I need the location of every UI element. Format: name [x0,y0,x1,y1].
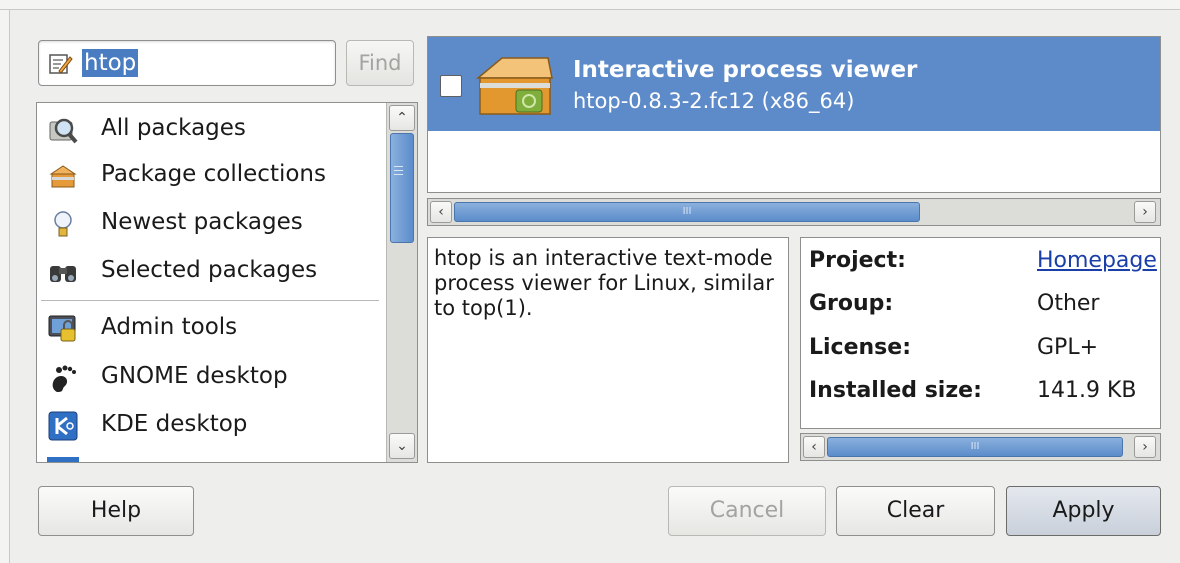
detail-value: GPL+ [1037,335,1099,360]
next-category-icon-partial [47,457,79,462]
package-description: htop is an interactive text-mode process… [427,237,789,463]
category-label: Selected packages [101,257,318,283]
detail-key: Project: [809,248,906,273]
apply-button-label: Apply [1052,498,1115,523]
category-label: Newest packages [101,209,303,235]
category-label: GNOME desktop [101,363,288,389]
gnome-foot-icon [52,365,76,392]
detail-key: License: [809,335,911,360]
find-button[interactable]: Find [346,40,414,86]
scrollbar-thumb[interactable] [390,133,414,243]
apply-button[interactable]: Apply [1006,486,1161,536]
package-checkbox[interactable] [440,75,462,97]
scrollbar-grip [394,166,403,167]
detail-key: Installed size: [809,378,982,403]
package-details: Project: Homepage Group: Other License: … [800,237,1161,429]
clear-button[interactable]: Clear [836,486,995,536]
scroll-right-arrow-icon[interactable]: › [1134,201,1156,223]
scrollbar-thumb[interactable]: III [454,202,920,222]
category-newest-packages[interactable]: Newest packages [43,201,383,245]
lightbulb-icon [54,211,72,237]
category-kde-desktop[interactable]: KDE desktop [43,403,383,447]
admin-lock-icon [48,315,76,342]
help-button-label: Help [90,498,142,523]
detail-row-installed-size: Installed size: 141.9 KB [809,378,1160,408]
package-list[interactable]: Interactive process viewer htop-0.8.3-2.… [427,36,1161,193]
category-selected-packages[interactable]: Selected packages [43,249,383,293]
scroll-left-arrow-icon[interactable]: ‹ [430,201,452,223]
category-admin-tools[interactable]: Admin tools [43,306,383,350]
binoculars-icon [50,266,76,282]
window-left-edge [0,10,10,563]
box-icon [49,165,77,188]
window-top-edge [0,0,1180,10]
search-input-value[interactable]: htop [82,49,139,77]
category-label: Package collections [101,161,326,187]
category-label: Admin tools [101,314,238,340]
magnifier-icon [49,118,78,144]
scroll-right-arrow-icon[interactable]: › [1134,436,1156,458]
cancel-button[interactable]: Cancel [668,486,826,536]
detail-value: 141.9 KB [1037,378,1137,403]
edit-find-icon [49,54,73,74]
package-list-hscrollbar[interactable]: ‹ III › [427,198,1161,226]
cancel-button-label: Cancel [709,498,785,523]
detail-key: Group: [809,291,894,316]
detail-row-project: Project: Homepage [809,248,1160,278]
category-list[interactable]: All packages Package collections Newest … [36,102,418,463]
package-version: htop-0.8.3-2.fc12 (x86_64) [573,89,855,113]
category-gnome-desktop[interactable]: GNOME desktop [43,355,383,399]
scroll-down-arrow-icon[interactable]: ⌄ [389,433,415,459]
package-row[interactable]: Interactive process viewer htop-0.8.3-2.… [428,37,1160,131]
scrollbar-thumb[interactable]: III [827,437,1123,457]
scroll-left-arrow-icon[interactable]: ‹ [803,436,825,458]
help-button[interactable]: Help [38,486,194,536]
detail-value: Other [1037,291,1100,316]
clear-button-label: Clear [886,498,945,523]
category-all-packages[interactable]: All packages [43,107,383,151]
category-package-collections[interactable]: Package collections [43,153,383,197]
category-label: All packages [101,115,246,141]
details-hscrollbar[interactable]: ‹ III › [800,433,1161,461]
package-title: Interactive process viewer [573,57,918,83]
category-separator [41,300,379,301]
category-scrollbar[interactable]: ⌃ ⌄ [386,103,417,462]
kde-icon [48,411,78,441]
search-input[interactable]: htop [38,40,336,86]
scroll-up-arrow-icon[interactable]: ⌃ [389,105,415,131]
homepage-link[interactable]: Homepage [1037,248,1157,273]
description-text: htop is an interactive text-mode process… [434,246,774,320]
detail-row-license: License: GPL+ [809,335,1160,365]
package-box-icon [475,57,553,115]
find-button-label: Find [358,51,402,75]
category-label: KDE desktop [101,411,248,437]
detail-row-group: Group: Other [809,291,1160,321]
